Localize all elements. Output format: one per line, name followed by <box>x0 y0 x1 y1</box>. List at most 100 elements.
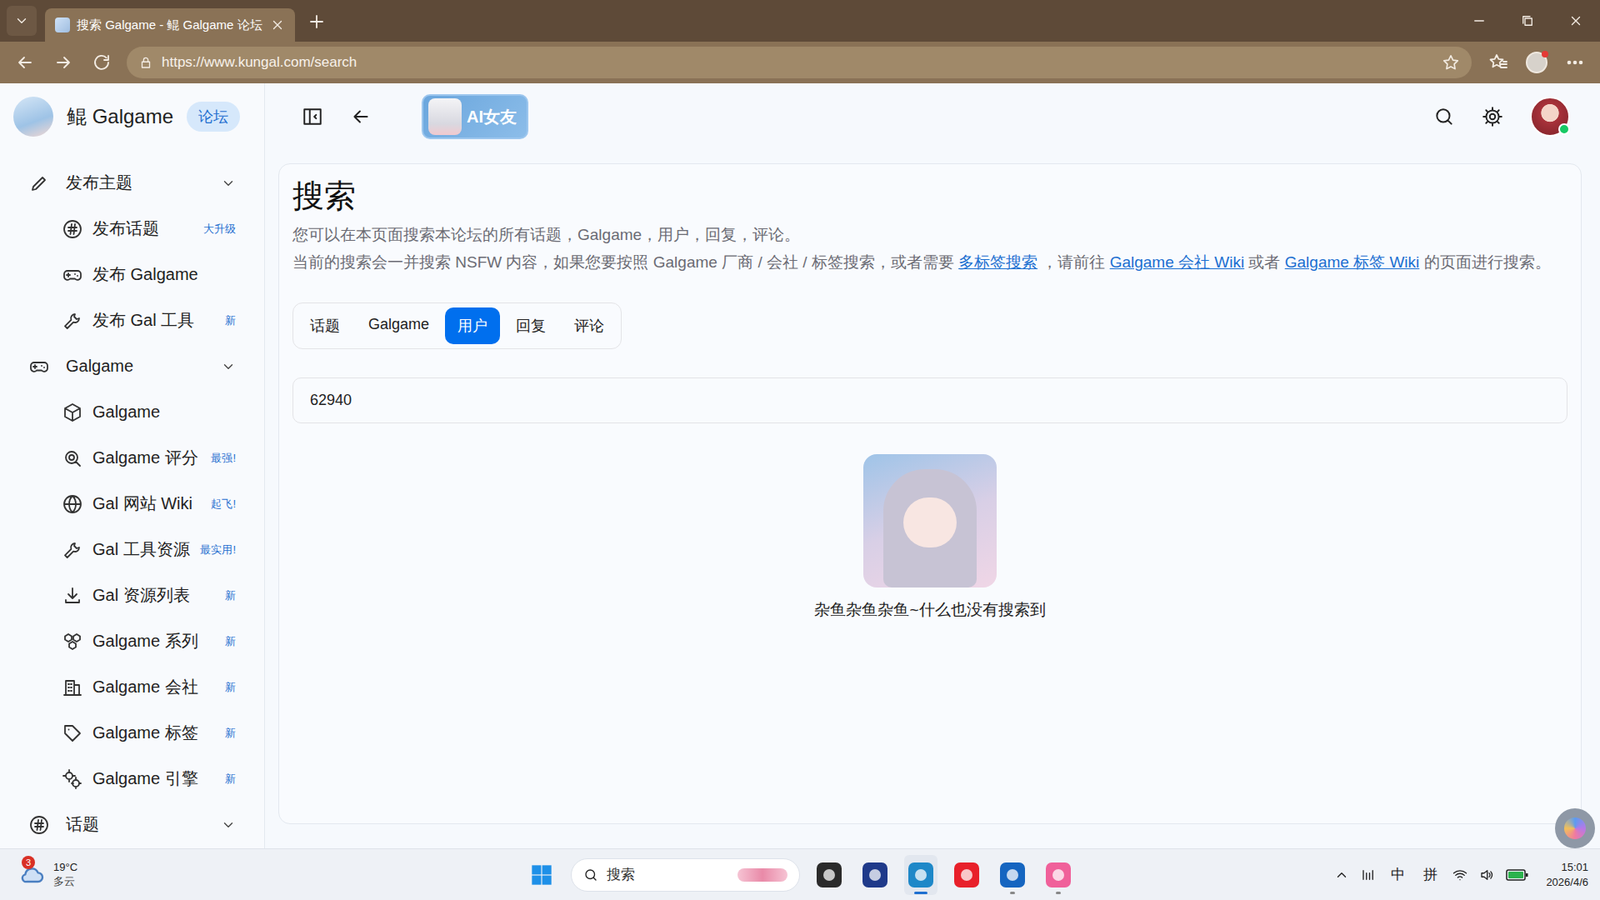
taskbar-search[interactable]: 搜索 <box>570 858 800 892</box>
taskbar-app[interactable] <box>858 855 892 895</box>
download-icon <box>62 585 83 606</box>
address-bar[interactable]: https://www.kungal.com/search <box>126 46 1472 79</box>
sidebar-item-badge: 新 <box>225 313 236 329</box>
brand[interactable]: 鲲 Galgame论坛 <box>10 83 255 150</box>
brand-name: 鲲 Galgame <box>66 103 174 130</box>
search-tab[interactable]: 评论 <box>561 307 617 345</box>
weather-widget[interactable]: 319°C多云 <box>18 860 78 890</box>
taskbar-app[interactable] <box>904 855 938 895</box>
ime-indicator[interactable]: 拼 <box>1420 865 1441 885</box>
close-icon[interactable] <box>270 17 285 33</box>
close-window-button[interactable] <box>1551 0 1600 42</box>
forward-button[interactable] <box>45 45 82 80</box>
restore-button[interactable] <box>1503 0 1552 42</box>
search-icon[interactable] <box>1433 105 1455 128</box>
sidebar-item-badge: 新 <box>225 588 236 604</box>
sidebar-item[interactable]: 发布话题大升级 <box>10 205 255 252</box>
sidebar-group[interactable]: 话题 <box>10 801 255 848</box>
new-tab-button[interactable] <box>300 5 334 39</box>
search-tab[interactable]: 回复 <box>503 307 559 345</box>
sidebar-item-label: Galgame 标签 <box>92 721 215 745</box>
speaker-icon[interactable] <box>1479 867 1495 883</box>
start-button[interactable] <box>525 856 559 894</box>
sidebar-item[interactable]: Gal 工具资源最实用! <box>10 526 255 573</box>
search-input[interactable] <box>292 377 1568 424</box>
sidebar-group[interactable]: 发布主题 <box>10 160 255 206</box>
user-avatar[interactable] <box>1530 96 1570 137</box>
gear-icon[interactable] <box>1481 105 1504 128</box>
weather-condition: 多云 <box>53 875 78 890</box>
notice-link[interactable]: Galgame 标签 Wiki <box>1285 253 1420 271</box>
taskbar-app[interactable] <box>950 855 984 895</box>
sidebar-item[interactable]: Galgame 评分最强! <box>10 435 255 481</box>
sidebar-group-label: 发布主题 <box>65 171 205 195</box>
minimize-button[interactable] <box>1455 0 1504 42</box>
ime-indicator[interactable]: 中 <box>1387 865 1409 885</box>
bars-icon[interactable] <box>1360 867 1376 883</box>
taskbar-app[interactable] <box>812 855 846 895</box>
screen: 搜索 Galgame - 鲲 Galgame 论坛 https://www.kun… <box>0 0 1600 900</box>
gamepad-icon <box>62 265 83 285</box>
time: 15:01 <box>1560 860 1589 875</box>
sidebar-group-label: Galgame <box>65 356 205 376</box>
date: 2026/4/6 <box>1545 875 1589 890</box>
more-button[interactable] <box>1556 45 1594 80</box>
profile-button[interactable] <box>1518 45 1555 80</box>
app-icon <box>954 862 980 888</box>
notice-link[interactable]: Galgame 会社 Wiki <box>1110 253 1245 271</box>
battery-icon[interactable] <box>1505 868 1530 882</box>
browser-tab[interactable]: 搜索 Galgame - 鲲 Galgame 论坛 <box>45 8 295 42</box>
sidebar-item[interactable]: Galgame 会社新 <box>10 664 255 710</box>
search-icon <box>583 867 599 883</box>
sidebar-item-badge: 起飞! <box>210 496 236 512</box>
sidebar-item-label: Galgame 系列 <box>92 630 215 653</box>
refresh-button[interactable] <box>83 45 120 80</box>
restore-icon <box>1520 13 1535 29</box>
temperature: 19°C <box>53 860 78 875</box>
brand-logo-icon <box>13 96 54 137</box>
back-arrow-icon[interactable] <box>350 105 372 128</box>
sidebar-item[interactable]: 发布 Galgame <box>10 251 255 298</box>
sidebar-item[interactable]: Gal 资源列表新 <box>10 572 255 619</box>
sidebar-item-label: Galgame 引擎 <box>92 767 215 790</box>
rating-icon <box>62 448 83 469</box>
search-tab[interactable]: 用户 <box>445 307 500 345</box>
notice-text: 当前的搜索会一并搜索 NSFW 内容，如果您要按照 Galgame 厂商 / 会… <box>292 253 959 271</box>
sidebar-item-badge: 大升级 <box>203 221 236 237</box>
star-icon[interactable] <box>1441 53 1460 72</box>
sidebar-item[interactable]: 发布 Gal 工具新 <box>10 297 255 344</box>
sidebar-item[interactable]: Galgame 引擎新 <box>10 755 255 802</box>
taskbar-app[interactable] <box>1041 855 1075 895</box>
search-tab[interactable]: Galgame <box>355 307 442 345</box>
gamepad-icon <box>29 356 50 377</box>
sidebar-item[interactable]: Galgame 系列新 <box>10 618 255 665</box>
sidebar-item[interactable]: Gal 网站 Wiki起飞! <box>10 480 255 527</box>
taskbar-app[interactable] <box>995 855 1030 895</box>
search-tab[interactable]: 话题 <box>297 307 353 345</box>
notice-link[interactable]: 多标签搜索 <box>958 253 1038 271</box>
sidebar-item-label: Galgame 会社 <box>92 675 215 699</box>
main-area: AI女友搜索您可以在本页面搜索本论坛的所有话题，Galgame，用户，回复，评论… <box>265 83 1600 849</box>
sidebar-item[interactable]: Galgame 标签新 <box>10 710 255 756</box>
sidebar-toggle-icon[interactable] <box>301 105 324 128</box>
back-button[interactable] <box>6 45 44 80</box>
chevron-up-icon[interactable] <box>1334 867 1350 883</box>
wifi-icon[interactable] <box>1452 867 1468 883</box>
boxes-icon <box>62 631 83 652</box>
sidebar-item-badge: 新 <box>225 680 236 695</box>
sidebar-item-label: 发布话题 <box>92 217 194 240</box>
description: 您可以在本页面搜索本论坛的所有话题，Galgame，用户，回复，评论。 <box>292 222 800 247</box>
browser-toolbar: https://www.kungal.com/search <box>0 41 1600 84</box>
globe-icon <box>62 494 83 515</box>
windows-logo-icon <box>530 863 554 887</box>
favorites-button[interactable] <box>1480 45 1517 80</box>
clock[interactable]: 15:012026/4/6 <box>1545 860 1589 890</box>
floating-assistant-button[interactable] <box>1555 808 1595 849</box>
taskbar: 319°C多云 搜索 中拼 15:012026/4/6 <box>0 848 1600 900</box>
hash-icon <box>62 219 83 240</box>
sidebar-item[interactable]: Galgame <box>10 389 255 435</box>
tab-list-button[interactable] <box>6 5 37 36</box>
chevron-down-icon <box>220 817 236 833</box>
ai-girlfriend-button[interactable]: AI女友 <box>421 94 529 140</box>
sidebar-group[interactable]: Galgame <box>10 343 255 390</box>
